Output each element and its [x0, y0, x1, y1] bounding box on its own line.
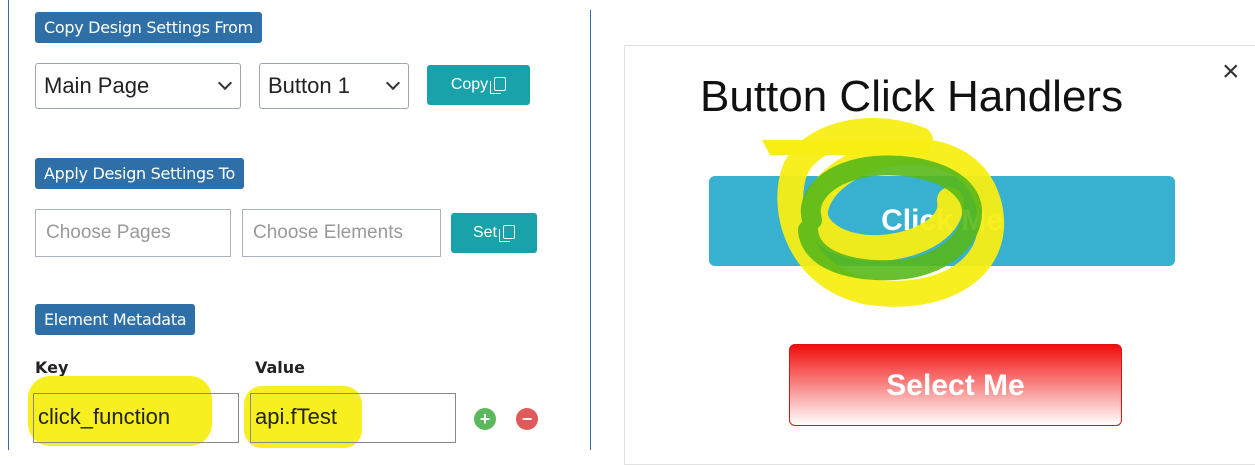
- select-me-label: Select Me: [886, 369, 1025, 402]
- copy-icon: [490, 77, 507, 94]
- panel-divider: [590, 10, 591, 450]
- copy-element-select[interactable]: Button 1: [259, 63, 409, 109]
- copy-button-label: Copy: [450, 76, 489, 93]
- value-column-header: Value: [255, 358, 306, 377]
- close-icon[interactable]: ×: [1222, 55, 1240, 89]
- copy-page-select[interactable]: Main Page: [35, 63, 241, 109]
- choose-elements-placeholder: Choose Elements: [253, 222, 403, 243]
- metadata-key-input[interactable]: click_function: [33, 393, 239, 443]
- remove-row-icon[interactable]: −: [516, 408, 538, 430]
- choose-elements-input[interactable]: Choose Elements: [242, 209, 441, 257]
- choose-pages-placeholder: Choose Pages: [46, 222, 171, 243]
- choose-pages-input[interactable]: Choose Pages: [35, 209, 231, 257]
- chevron-down-icon: [217, 75, 233, 91]
- add-row-icon[interactable]: +: [474, 408, 496, 430]
- element-metadata-label: Element Metadata: [35, 304, 196, 335]
- select-me-button[interactable]: Select Me: [789, 344, 1122, 426]
- copy-element-select-value: Button 1: [268, 73, 350, 98]
- left-panel-border: [8, 0, 9, 450]
- chevron-down-icon: [385, 75, 401, 91]
- key-column-header: Key: [35, 358, 69, 377]
- copy-settings-label: Copy Design Settings From: [35, 12, 262, 43]
- copy-button[interactable]: Copy: [427, 65, 530, 105]
- copy-icon: [499, 225, 515, 242]
- set-button[interactable]: Set: [451, 213, 537, 253]
- metadata-value-input[interactable]: api.fTest: [250, 393, 456, 443]
- annotation-scribble: [762, 118, 1005, 307]
- metadata-value-value: api.fTest: [255, 404, 337, 429]
- apply-settings-label: Apply Design Settings To: [35, 158, 244, 189]
- copy-page-select-value: Main Page: [44, 73, 150, 98]
- metadata-key-value: click_function: [38, 404, 171, 429]
- set-button-label: Set: [472, 224, 497, 241]
